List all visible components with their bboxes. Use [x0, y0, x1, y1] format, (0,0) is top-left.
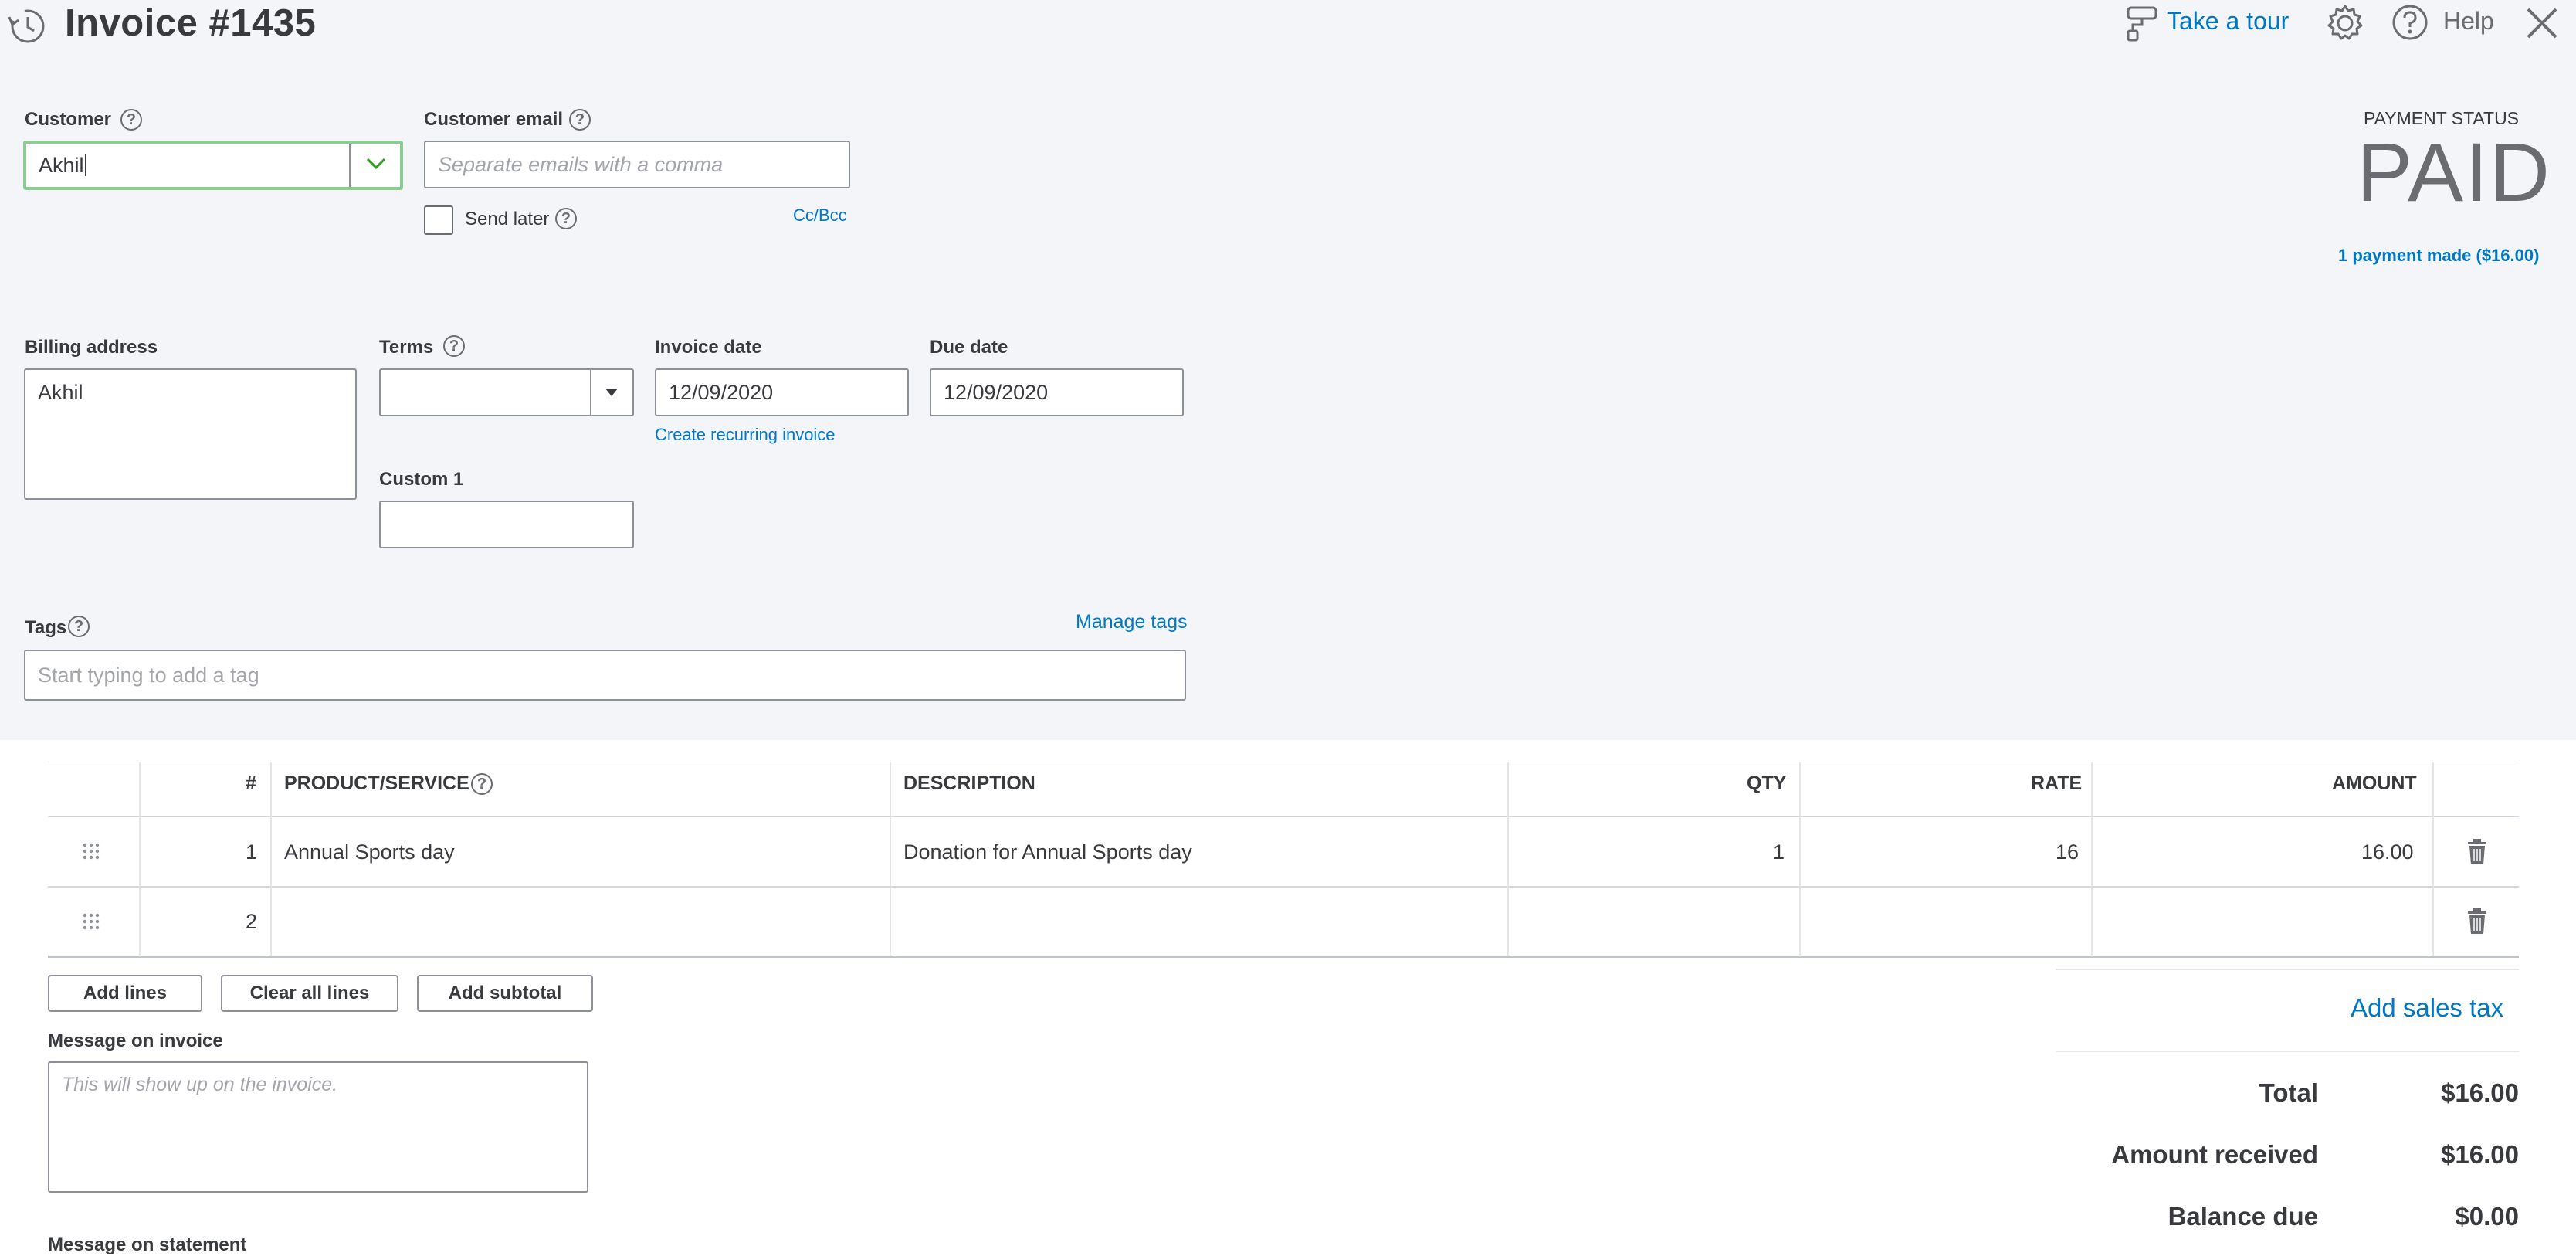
invoice-date-value: 12/09/2020: [669, 380, 774, 404]
billing-address-label: Billing address: [25, 337, 158, 358]
message-on-statement-label: Message on statement: [48, 1234, 247, 1255]
col-header-product: PRODUCT/SERVICE: [284, 772, 469, 794]
help-link[interactable]: Help: [2443, 7, 2494, 36]
terms-select[interactable]: [379, 368, 634, 416]
customer-dropdown-divider: [349, 144, 351, 187]
col-header-num: #: [246, 772, 256, 794]
add-sales-tax-link[interactable]: Add sales tax: [2351, 993, 2503, 1023]
total-value: $16.00: [2441, 1078, 2519, 1107]
customer-email-placeholder: Separate emails with a comma: [438, 152, 724, 176]
payment-status-value: PAID: [2357, 125, 2552, 219]
billing-address-value: Akhil: [38, 381, 83, 404]
page-title: Invoice #1435: [65, 2, 317, 44]
terms-label: Terms: [379, 337, 434, 358]
drag-handle-icon[interactable]: [82, 912, 100, 931]
col-divider: [139, 762, 141, 956]
clear-all-lines-button[interactable]: Clear all lines: [221, 975, 398, 1012]
take-a-tour-link[interactable]: Take a tour: [2167, 7, 2289, 36]
balance-due-label: Balance due: [2168, 1202, 2318, 1231]
custom1-input[interactable]: [379, 501, 634, 548]
col-divider: [2432, 762, 2434, 956]
col-divider: [270, 762, 272, 956]
gear-icon[interactable]: [2324, 3, 2366, 43]
message-on-invoice-label: Message on invoice: [48, 1030, 223, 1051]
message-on-invoice-input[interactable]: This will show up on the invoice.: [48, 1061, 588, 1193]
trash-icon[interactable]: [2466, 839, 2488, 865]
row-product[interactable]: Annual Sports day: [284, 840, 455, 864]
recent-history-icon[interactable]: [5, 6, 48, 45]
customer-value: Akhil: [39, 153, 84, 177]
col-divider: [1799, 762, 1801, 956]
customer-label: Customer: [25, 109, 112, 130]
row-qty[interactable]: 1: [1773, 840, 1785, 864]
customer-input[interactable]: Akhil: [23, 141, 403, 190]
help-icon[interactable]: [2391, 3, 2429, 42]
total-label: Total: [2259, 1078, 2318, 1107]
col-header-rate: RATE: [2031, 772, 2083, 794]
due-date-value: 12/09/2020: [944, 380, 1049, 404]
billing-address-input[interactable]: Akhil: [24, 368, 357, 500]
row-number: 2: [246, 910, 258, 933]
trash-icon[interactable]: [2466, 908, 2488, 935]
customer-help-icon[interactable]: ?: [120, 109, 142, 131]
terms-help-icon[interactable]: ?: [443, 335, 465, 357]
col-header-amount: AMOUNT: [2332, 772, 2417, 794]
totals-top-divider: [2056, 969, 2519, 970]
table-header-border: [48, 816, 2519, 817]
row-amount[interactable]: 16.00: [2361, 840, 2414, 864]
product-help-icon[interactable]: ?: [471, 773, 493, 795]
custom1-label: Custom 1: [379, 469, 464, 490]
customer-email-input[interactable]: Separate emails with a comma: [424, 141, 850, 188]
invoice-date-input[interactable]: 12/09/2020: [655, 368, 909, 416]
add-subtotal-button[interactable]: Add subtotal: [417, 975, 593, 1012]
due-date-input[interactable]: 12/09/2020: [930, 368, 1184, 416]
tags-help-icon[interactable]: ?: [68, 616, 90, 637]
tags-input[interactable]: Start typing to add a tag: [24, 650, 1186, 701]
add-lines-button[interactable]: Add lines: [48, 975, 202, 1012]
row-rate[interactable]: 16: [2056, 840, 2079, 864]
table-row-border: [48, 886, 2519, 888]
manage-tags-link[interactable]: Manage tags: [1076, 611, 1188, 633]
due-date-label: Due date: [930, 337, 1008, 358]
payments-made-link[interactable]: 1 payment made ($16.00): [2338, 246, 2539, 266]
amount-received-value: $16.00: [2441, 1140, 2519, 1169]
totals-divider: [2056, 1051, 2519, 1052]
col-divider: [890, 762, 891, 956]
terms-dropdown-divider: [590, 370, 591, 415]
table-bottom-border: [48, 956, 2519, 958]
send-later-checkbox[interactable]: [424, 205, 453, 235]
send-later-help-icon[interactable]: ?: [555, 208, 577, 229]
drag-handle-icon[interactable]: [82, 842, 100, 861]
cc-bcc-link[interactable]: Cc/Bcc: [793, 205, 847, 226]
chevron-down-icon[interactable]: [363, 154, 389, 173]
tags-placeholder: Start typing to add a tag: [38, 663, 259, 687]
col-divider: [1507, 762, 1509, 956]
tour-icon[interactable]: [2125, 5, 2161, 43]
customer-email-label: Customer email: [424, 109, 564, 130]
col-header-description: DESCRIPTION: [903, 772, 1035, 794]
create-recurring-invoice-link[interactable]: Create recurring invoice: [655, 425, 836, 445]
balance-due-value: $0.00: [2455, 1202, 2519, 1231]
close-icon[interactable]: [2523, 5, 2561, 42]
text-cursor: [84, 154, 86, 176]
amount-received-label: Amount received: [2111, 1140, 2318, 1169]
invoice-date-label: Invoice date: [655, 337, 762, 358]
col-divider: [2091, 762, 2093, 956]
message-on-invoice-placeholder: This will show up on the invoice.: [62, 1074, 338, 1095]
col-header-qty: QTY: [1747, 772, 1787, 794]
row-description[interactable]: Donation for Annual Sports day: [903, 840, 1192, 864]
tags-label: Tags: [25, 617, 67, 638]
customer-email-help-icon[interactable]: ?: [569, 109, 591, 131]
caret-down-icon[interactable]: [604, 386, 619, 399]
row-number: 1: [246, 840, 258, 864]
send-later-label: Send later: [465, 209, 550, 229]
